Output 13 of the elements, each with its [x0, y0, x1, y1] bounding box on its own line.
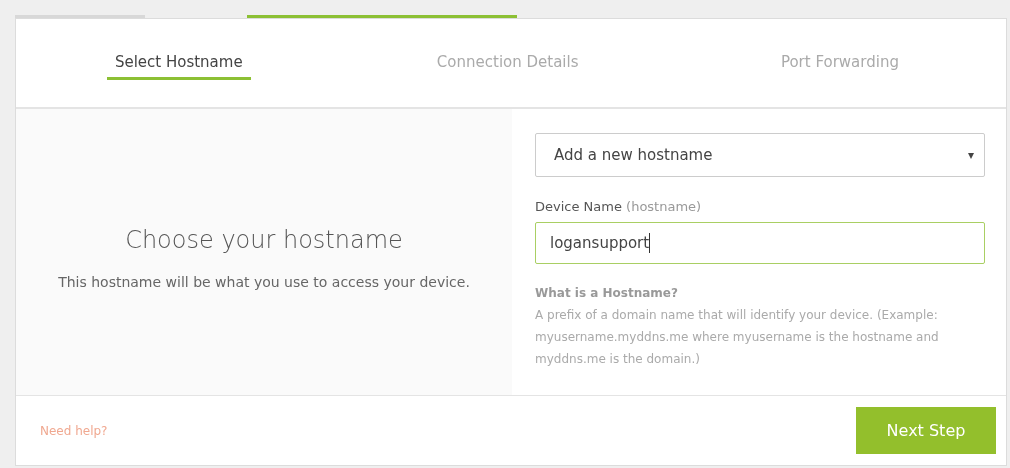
- info-text: A prefix of a domain name that will identify your device. (Example: myusername.myddns.me where myusername is the hostname and myddns.me is the domain.): [535, 307, 940, 368]
- step-tab[interactable]: Port Forwarding: [772, 46, 907, 80]
- step-tab[interactable]: Select Hostname: [106, 46, 251, 80]
- next-step-button[interactable]: Next Step: [856, 407, 996, 454]
- step-tab[interactable]: Connection Details: [428, 46, 587, 80]
- help-link[interactable]: Need help?: [40, 423, 108, 438]
- intro-text: This hostname will be what you use to access your device.: [58, 274, 470, 290]
- intro-heading: Choose your hostname: [125, 226, 403, 254]
- device-name-label: Device Name (hostname): [535, 199, 703, 214]
- dropdown-arrow-icon: ▾: [967, 148, 974, 162]
- device-name-field[interactable]: logansupport: [535, 222, 985, 264]
- hostname-dropdown[interactable]: Add a new hostname ▾: [535, 133, 985, 177]
- info-title: What is a Hostname?: [535, 286, 679, 300]
